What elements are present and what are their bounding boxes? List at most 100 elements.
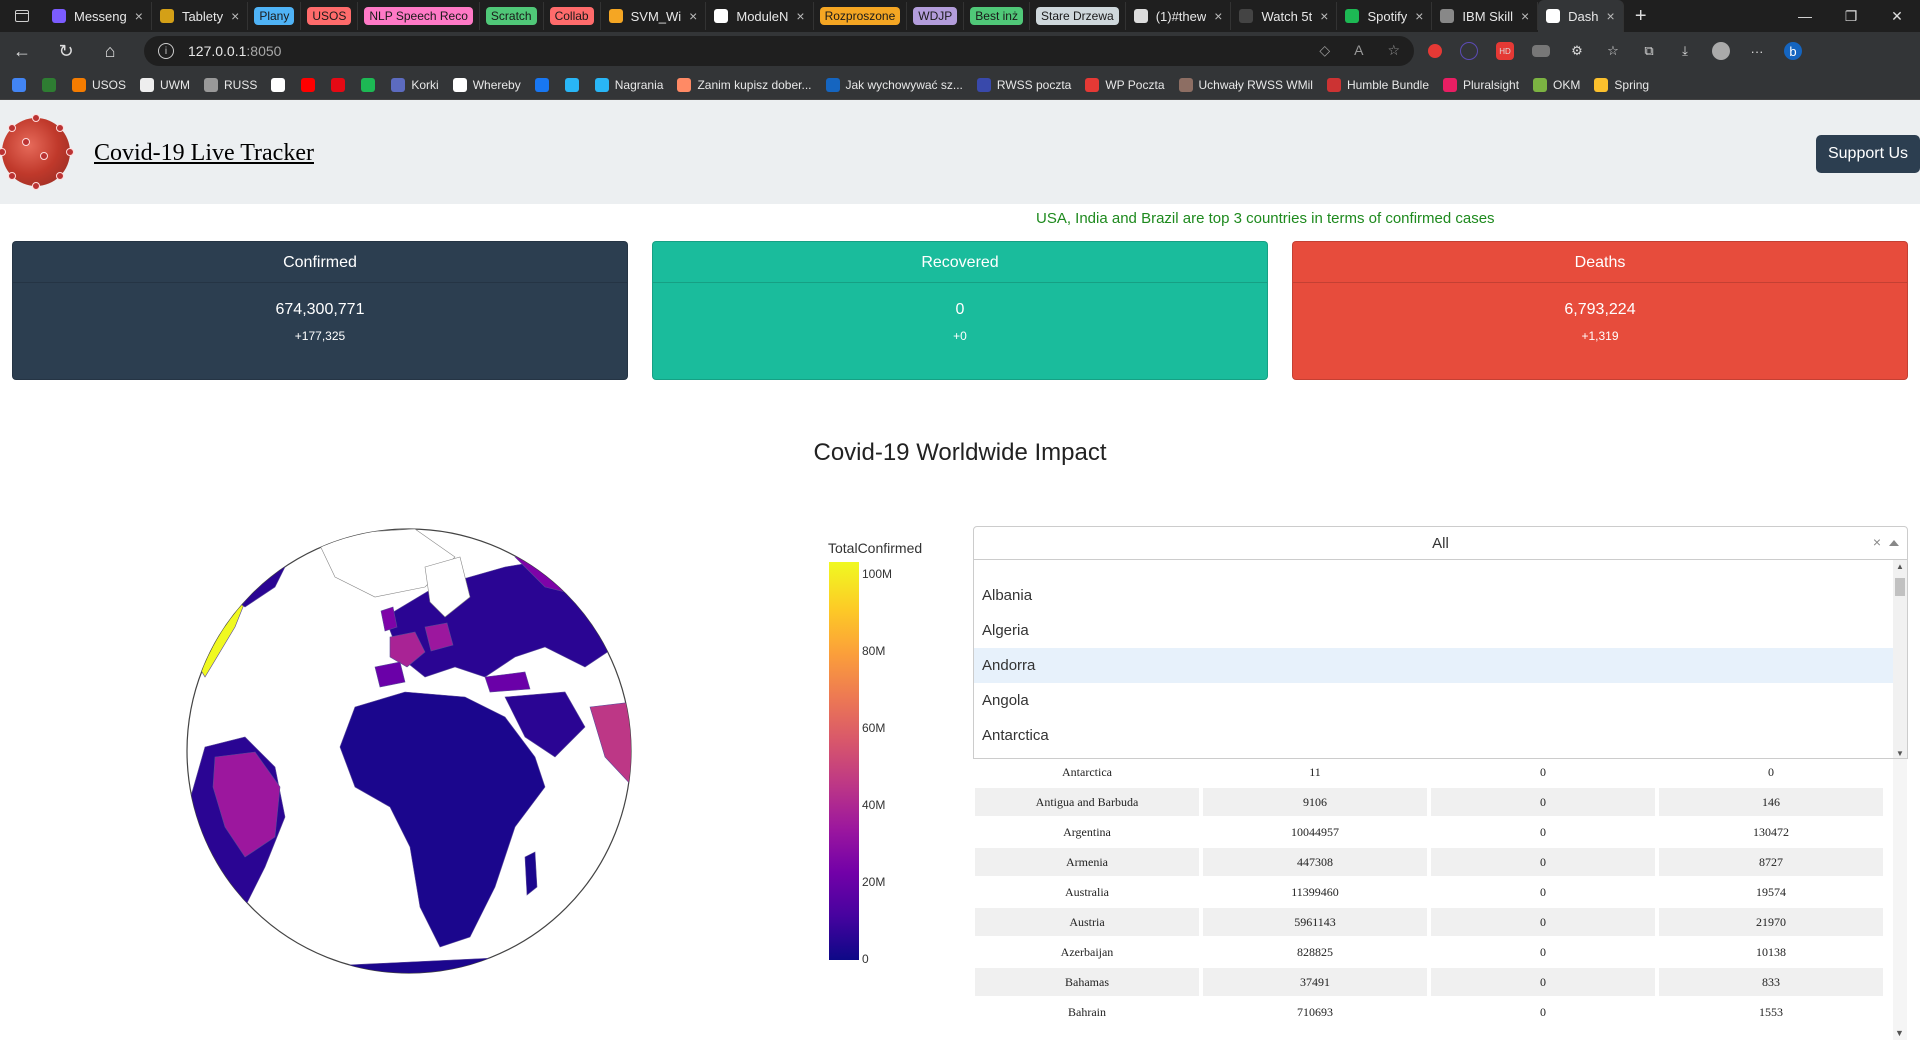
extensions-puzzle-icon[interactable]: ⚙ [1568,42,1586,60]
bing-chat-icon[interactable]: b [1784,42,1802,60]
browser-tab[interactable]: Rozproszone [814,2,908,30]
tab-close-icon[interactable]: × [1607,8,1615,24]
tab-close-icon[interactable]: × [689,8,697,24]
bookmark-item[interactable] [331,77,351,92]
browser-tab[interactable]: Scratch [480,2,544,30]
favorite-star-icon[interactable]: ☆ [1387,42,1400,59]
bookmark-item[interactable] [12,77,32,92]
bookmark-item[interactable] [361,77,381,92]
dropdown-scrollbar[interactable]: ▲ ▼ [1893,560,1907,758]
browser-tab[interactable]: (1)#thew × [1126,2,1232,30]
tab-close-icon[interactable]: × [1415,8,1423,24]
extension-hd-icon[interactable]: HD [1496,42,1514,60]
bookmark-item[interactable]: Spring [1594,77,1649,92]
dropdown-option[interactable]: Antarctica [974,718,1907,753]
favorites-icon[interactable]: ☆ [1604,42,1622,60]
restore-icon[interactable]: ❐ [1828,0,1874,32]
read-aloud-icon[interactable]: A [1354,42,1363,59]
bookmark-item[interactable]: RWSS poczta [976,77,1071,92]
more-menu-icon[interactable]: ··· [1748,42,1766,60]
bookmark-item[interactable]: UWM [140,77,190,92]
home-icon[interactable]: ⌂ [88,32,132,70]
madagascar-shape[interactable] [524,851,538,896]
new-tab-button[interactable]: + [1624,5,1658,28]
tab-group-label[interactable]: Stare Drzewa [1035,7,1119,25]
browser-tab[interactable]: NLP Speech Reco [358,2,480,30]
browser-tab[interactable]: ModuleN × [706,2,814,30]
bookmark-item[interactable] [301,77,321,92]
browser-tab[interactable]: Stare Drzewa [1030,2,1126,30]
bookmark-item[interactable]: Whereby [452,77,521,92]
minimize-icon[interactable]: — [1782,0,1828,32]
bookmark-item[interactable]: Uchwały RWSS WMil [1178,77,1313,92]
world-globe-map[interactable] [185,527,633,975]
tab-group-label[interactable]: Scratch [485,7,537,25]
dropdown-option[interactable]: Andorra [974,648,1907,683]
bookmark-item[interactable] [42,77,62,92]
browser-tab[interactable]: SVM_Wi × [601,2,707,30]
bookmark-item[interactable]: Jak wychowywać sz... [825,77,963,92]
bookmark-item[interactable]: Humble Bundle [1326,77,1429,92]
bookmark-item[interactable]: RUSS [204,77,257,92]
bookmark-item[interactable]: Nagrania [594,77,663,92]
close-window-icon[interactable]: ✕ [1874,0,1920,32]
browser-tab[interactable]: IBM Skill × [1432,2,1539,30]
bookmark-item[interactable]: Zanim kupisz dober... [677,77,812,92]
browser-tab[interactable]: Best inż [964,2,1030,30]
tab-group-label[interactable]: Collab [549,7,594,25]
tab-group-label[interactable]: Best inż [970,7,1023,25]
extension-red-icon[interactable] [1428,44,1442,58]
browser-tab[interactable]: Watch 5t × [1231,2,1338,30]
bookmark-item[interactable]: Pluralsight [1443,77,1520,92]
tab-close-icon[interactable]: × [1320,8,1328,24]
support-us-button[interactable]: Support Us [1816,135,1920,173]
site-title-link[interactable]: Covid-19 Live Tracker [94,140,314,167]
back-icon[interactable]: ← [0,32,44,70]
profile-avatar-icon[interactable] [1712,42,1730,60]
country-dropdown[interactable]: All × [973,526,1908,560]
browser-tab[interactable]: Spotify × [1337,2,1433,30]
browser-tab[interactable]: WDJP [907,2,965,30]
tab-group-label[interactable]: USOS [307,7,352,25]
tab-close-icon[interactable]: × [796,8,804,24]
browser-tab[interactable]: Messeng × [44,2,152,30]
dropdown-clear-icon[interactable]: × [1873,534,1881,550]
tab-actions-icon[interactable] [0,0,44,32]
downloads-icon[interactable]: ⤓ [1676,42,1694,60]
table-scrollbar[interactable]: ▼ [1893,757,1907,1040]
collections-icon[interactable]: ⧉ [1640,42,1658,60]
site-info-icon[interactable]: i [158,43,174,59]
tab-close-icon[interactable]: × [1214,8,1222,24]
dropdown-option[interactable]: Algeria [974,613,1907,648]
browser-tab[interactable]: Collab [544,2,601,30]
reload-icon[interactable]: ↻ [44,32,88,70]
tracking-prevention-icon[interactable]: ◇ [1319,42,1330,59]
dropdown-option[interactable]: Albania [974,578,1907,613]
tab-group-label[interactable]: WDJP [913,7,958,25]
bookmark-label: Pluralsight [1463,77,1520,92]
browser-tab[interactable]: Plany [248,2,302,30]
extension-gray-icon[interactable] [1532,45,1550,57]
tab-group-label[interactable]: Rozproszone [819,7,901,25]
bookmark-item[interactable]: USOS [72,77,126,92]
browser-tab[interactable]: Tablety × [152,2,249,30]
extension-purple-icon[interactable] [1460,42,1478,60]
url-input[interactable]: i 127.0.0.1:8050 ◇ A ☆ [144,36,1414,66]
browser-tab[interactable]: Dash × [1538,0,1624,32]
tab-close-icon[interactable]: × [1521,8,1529,24]
dropdown-option-partial[interactable] [974,560,1907,578]
dropdown-arrow-icon[interactable] [1889,540,1899,546]
bookmark-item[interactable]: OKM [1533,77,1580,92]
tab-group-label[interactable]: NLP Speech Reco [364,7,473,25]
browser-tab[interactable]: USOS [301,2,359,30]
bookmark-item[interactable] [534,77,555,92]
dropdown-option[interactable]: Angola [974,683,1907,718]
table-cell: 11 [1309,764,1321,779]
tab-close-icon[interactable]: × [231,8,239,24]
tab-group-label[interactable]: Plany [254,7,295,25]
bookmark-item[interactable] [564,77,585,92]
bookmark-item[interactable]: WP Poczta [1085,77,1165,92]
bookmark-item[interactable]: Korki [391,77,439,92]
bookmark-item[interactable] [271,77,291,92]
tab-close-icon[interactable]: × [135,8,143,24]
